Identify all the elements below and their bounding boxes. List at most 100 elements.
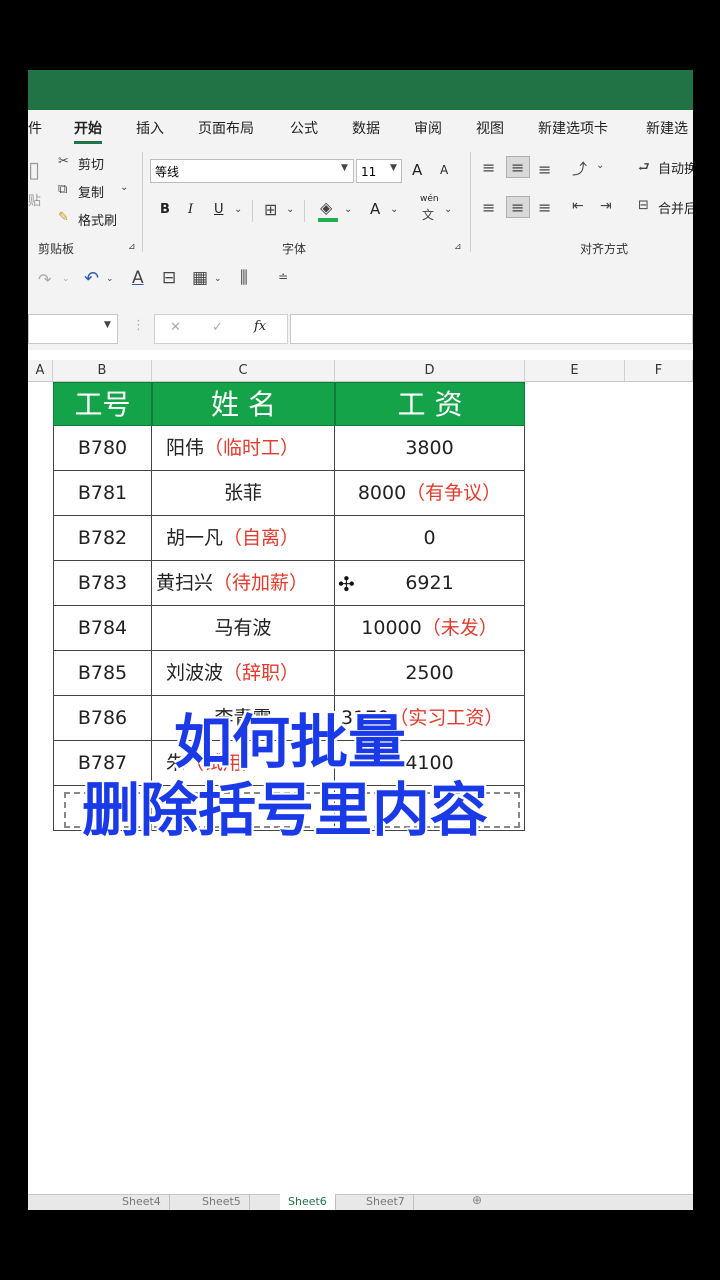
chevron-down-icon[interactable]: ⌄	[234, 204, 242, 215]
tab-new-2[interactable]: 新建选	[646, 118, 688, 138]
header-salary[interactable]: 工 资	[335, 382, 525, 426]
orientation-icon[interactable]: ⤴	[572, 158, 587, 179]
salary-text: 10000	[361, 617, 422, 639]
chevron-down-icon[interactable]: ⌄	[444, 204, 452, 215]
salary-text: 8000	[357, 482, 407, 504]
wrap-text-button[interactable]: 自动换	[658, 158, 693, 177]
chevron-down-icon[interactable]: ⌄	[62, 274, 70, 284]
cell-salary[interactable]: 8000（有争议）	[335, 471, 525, 516]
grow-font-button[interactable]: A	[412, 161, 422, 179]
merge-center-button[interactable]: 合并后	[658, 198, 693, 217]
tab-formulas[interactable]: 公式	[290, 118, 318, 138]
phonetic-button[interactable]: wén	[420, 194, 439, 204]
cell-name[interactable]: 马有波	[152, 606, 335, 651]
undo-icon[interactable]: ↶	[84, 268, 99, 289]
column-header-b[interactable]: B	[53, 360, 152, 382]
paste-label[interactable]: 贴	[28, 190, 41, 209]
customize-qat-icon[interactable]: ≐	[278, 270, 288, 284]
align-right-icon[interactable]: ≡	[538, 198, 551, 217]
cell-id[interactable]: B782	[53, 516, 152, 561]
overlay-title-line2: 删除括号里内容	[82, 776, 489, 844]
tab-insert[interactable]: 插入	[136, 118, 164, 138]
chevron-down-icon[interactable]: ⌄	[120, 182, 128, 193]
sheet-tab[interactable]: Sheet5	[194, 1194, 250, 1210]
cell-salary[interactable]: 2500	[335, 651, 525, 696]
title-bar	[28, 70, 693, 110]
chevron-down-icon[interactable]: ⌄	[286, 204, 294, 215]
chevron-down-icon[interactable]: ▼	[341, 163, 348, 173]
underline-button[interactable]: U	[214, 202, 224, 217]
column-header-c[interactable]: C	[152, 360, 335, 382]
font-name-select[interactable]: 等线	[150, 159, 354, 183]
cell-id[interactable]: B785	[53, 651, 152, 696]
italic-button[interactable]: I	[188, 202, 193, 217]
chevron-down-icon[interactable]: ▼	[104, 320, 111, 330]
borders-icon[interactable]: ⊟	[162, 268, 176, 288]
cell-name[interactable]: 刘波波（辞职）	[152, 651, 335, 696]
copy-button[interactable]: 复制	[78, 182, 104, 201]
cell-id[interactable]: B781	[53, 471, 152, 516]
column-width-icon[interactable]: ⫼	[240, 268, 248, 288]
chevron-down-icon[interactable]: ⌄	[214, 274, 222, 284]
column-header-d[interactable]: D	[335, 360, 525, 382]
cell-salary[interactable]: 10000（未发）	[335, 606, 525, 651]
cell-salary[interactable]: 6921	[335, 561, 525, 606]
paste-icon[interactable]: ▯	[28, 158, 40, 183]
salary-text: 4100	[405, 752, 454, 774]
chevron-down-icon[interactable]: ⌄	[344, 204, 352, 215]
sheet-tab[interactable]: Sheet4	[114, 1194, 170, 1210]
insert-function-button[interactable]: fx	[254, 319, 266, 334]
chevron-down-icon[interactable]: ⌄	[596, 160, 604, 171]
tab-data[interactable]: 数据	[352, 118, 380, 138]
quick-access-toolbar: ↷ ⌄ ↶ ⌄ A ⊟ ▦ ⌄ ⫼ ≐	[28, 260, 693, 300]
borders-icon[interactable]: ⊞	[264, 200, 277, 219]
header-name[interactable]: 姓 名	[152, 382, 335, 426]
bold-button[interactable]: B	[160, 202, 170, 217]
tab-new-1[interactable]: 新建选项卡	[538, 118, 608, 138]
enter-button[interactable]: ✓	[212, 320, 223, 335]
cancel-button[interactable]: ✕	[170, 320, 181, 335]
align-left-icon[interactable]: ≡	[482, 198, 495, 217]
cell-name[interactable]: 张菲	[152, 471, 335, 516]
cell-id[interactable]: B783	[53, 561, 152, 606]
chevron-down-icon[interactable]: ⌄	[106, 274, 114, 284]
align-bottom-icon[interactable]: ≡	[538, 160, 551, 179]
cell-salary[interactable]: 0	[335, 516, 525, 561]
redo-icon[interactable]: ↷	[38, 270, 51, 289]
chevron-down-icon[interactable]: ▼	[390, 163, 397, 173]
chevron-down-icon[interactable]: ⌄	[390, 204, 398, 215]
format-painter-button[interactable]: 格式刷	[78, 210, 117, 229]
dialog-launcher-icon[interactable]: ⊿	[128, 242, 136, 252]
dialog-launcher-icon[interactable]: ⊿	[454, 242, 462, 252]
sheet-tab[interactable]: Sheet7	[358, 1194, 414, 1210]
column-header-e[interactable]: E	[525, 360, 625, 382]
cell-id[interactable]: B786	[53, 696, 152, 741]
header-id[interactable]: 工号	[53, 382, 152, 426]
font-color-icon[interactable]: A	[132, 268, 144, 288]
add-sheet-icon[interactable]: ⊕	[472, 1193, 482, 1207]
fill-color-swatch	[318, 218, 338, 222]
column-header-f[interactable]: F	[625, 360, 693, 382]
align-top-icon[interactable]: ≡	[482, 158, 495, 177]
format-cells-icon[interactable]: ▦	[192, 268, 208, 288]
increase-indent-icon[interactable]: ⇥	[600, 198, 612, 214]
tab-file[interactable]: 件	[28, 118, 42, 138]
fill-color-icon[interactable]: ◈	[320, 198, 332, 217]
cell-name[interactable]: 黄扫兴（待加薪）	[152, 561, 335, 606]
tab-home[interactable]: 开始	[74, 118, 102, 144]
tab-page-layout[interactable]: 页面布局	[198, 118, 254, 138]
column-header-a[interactable]: A	[28, 360, 53, 382]
cell-salary[interactable]: 3800	[335, 426, 525, 471]
cell-name[interactable]: 胡一凡（自离）	[152, 516, 335, 561]
font-color-button[interactable]: A	[370, 200, 380, 218]
formula-input[interactable]	[290, 314, 693, 344]
tab-view[interactable]: 视图	[476, 118, 504, 138]
tab-review[interactable]: 审阅	[414, 118, 442, 138]
cell-id[interactable]: B780	[53, 426, 152, 471]
shrink-font-button[interactable]: A	[440, 163, 448, 177]
sheet-tab-active[interactable]: Sheet6	[280, 1194, 336, 1210]
cut-button[interactable]: 剪切	[78, 154, 104, 173]
cell-name[interactable]: 阳伟（临时工）	[152, 426, 335, 471]
decrease-indent-icon[interactable]: ⇤	[572, 198, 584, 214]
cell-id[interactable]: B784	[53, 606, 152, 651]
